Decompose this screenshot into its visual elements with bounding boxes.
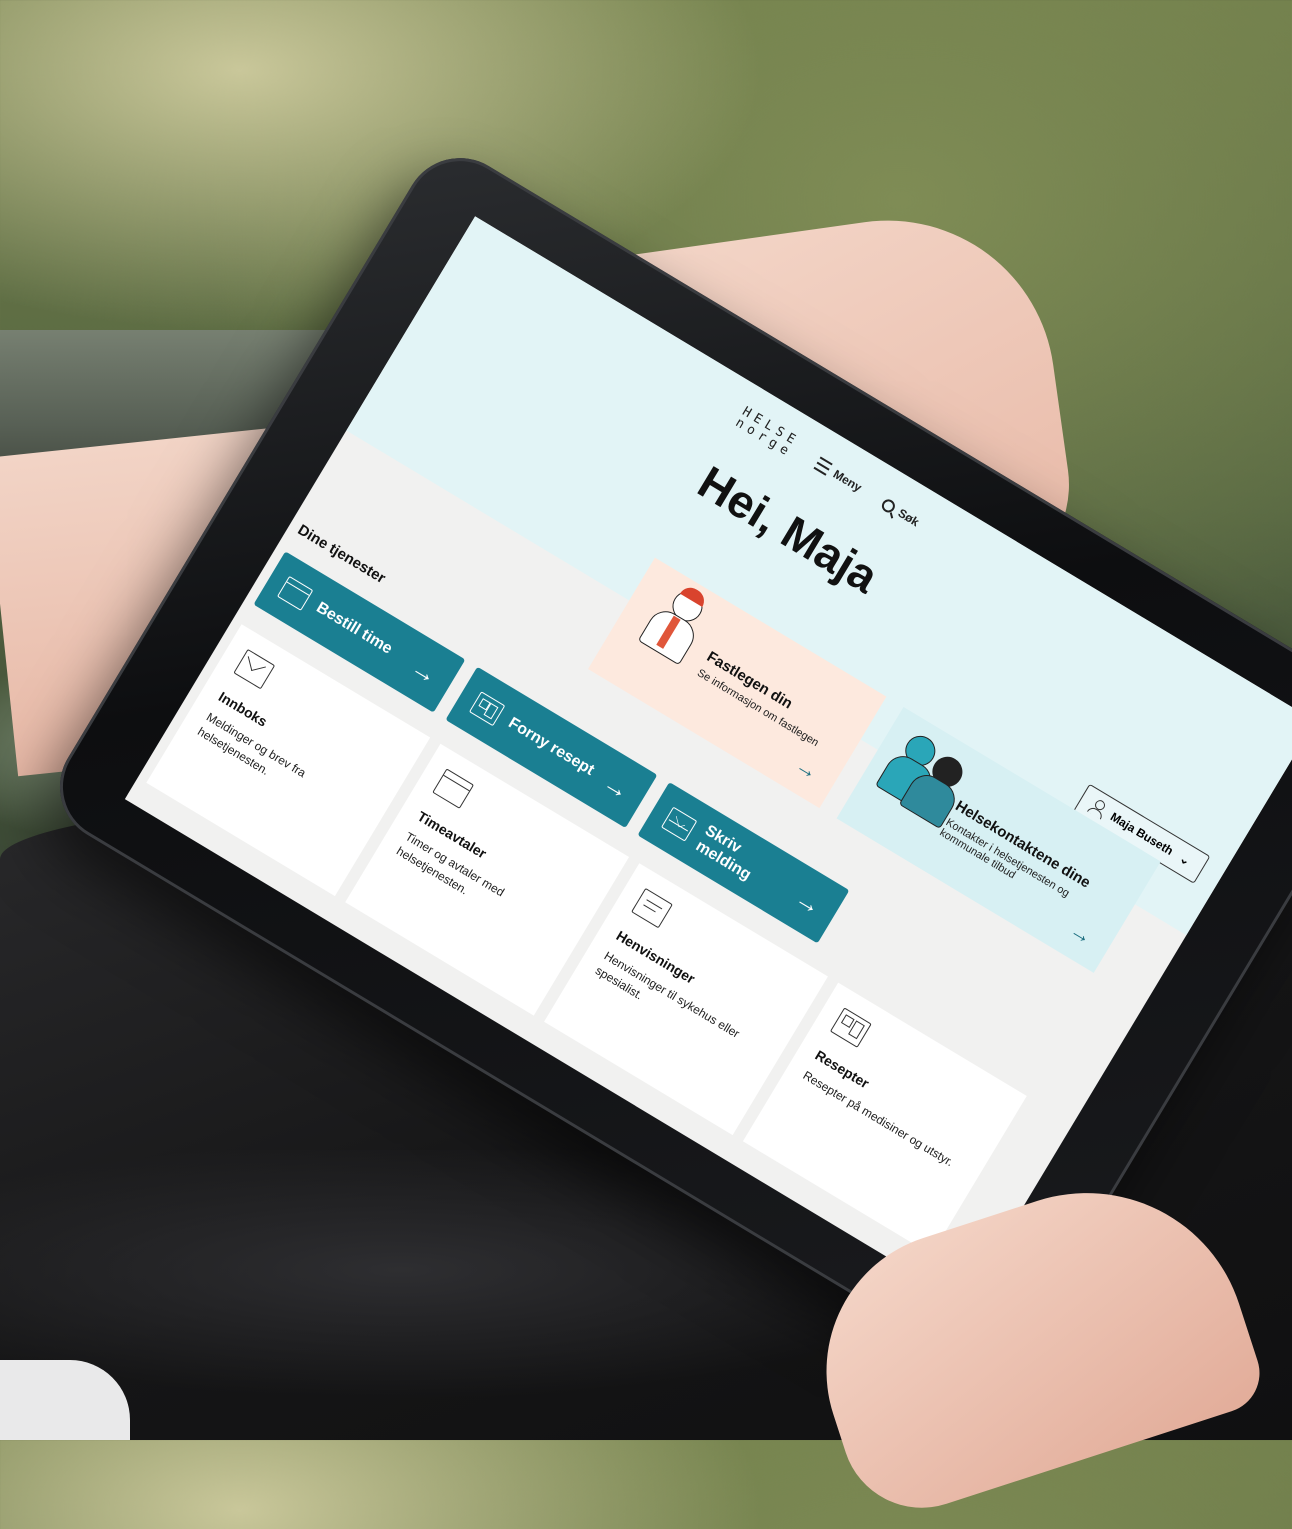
envelope-icon (660, 806, 698, 842)
search-icon (879, 496, 898, 515)
book-appointment-label: Bestill time (313, 599, 396, 658)
menu-label: Meny (830, 466, 865, 495)
prescription-icon (829, 1007, 872, 1048)
search-label: Søk (895, 505, 922, 530)
calendar-icon (276, 575, 314, 611)
search-button[interactable]: Søk (879, 496, 922, 530)
envelope-icon (233, 648, 276, 690)
write-message-label: Skriv melding (692, 822, 755, 884)
menu-button[interactable]: Meny (813, 456, 865, 495)
calendar-icon (432, 768, 475, 809)
renew-prescription-label: Forny resept (505, 714, 598, 779)
chevron-down-icon: ⌄ (1177, 851, 1193, 869)
arrow-right-icon: → (789, 881, 828, 922)
gp-card-subtitle: Se informasjon om fastlegen (695, 667, 821, 750)
document-icon (631, 887, 673, 929)
person-icon (1093, 798, 1108, 813)
arrow-right-icon: → (405, 651, 444, 691)
prescription-icon (468, 691, 506, 727)
helsenorge-logo[interactable]: HELSE norge (733, 404, 802, 461)
menu-icon (813, 456, 833, 476)
arrow-right-icon: → (597, 766, 636, 806)
arrow-right-icon: → (791, 752, 823, 785)
